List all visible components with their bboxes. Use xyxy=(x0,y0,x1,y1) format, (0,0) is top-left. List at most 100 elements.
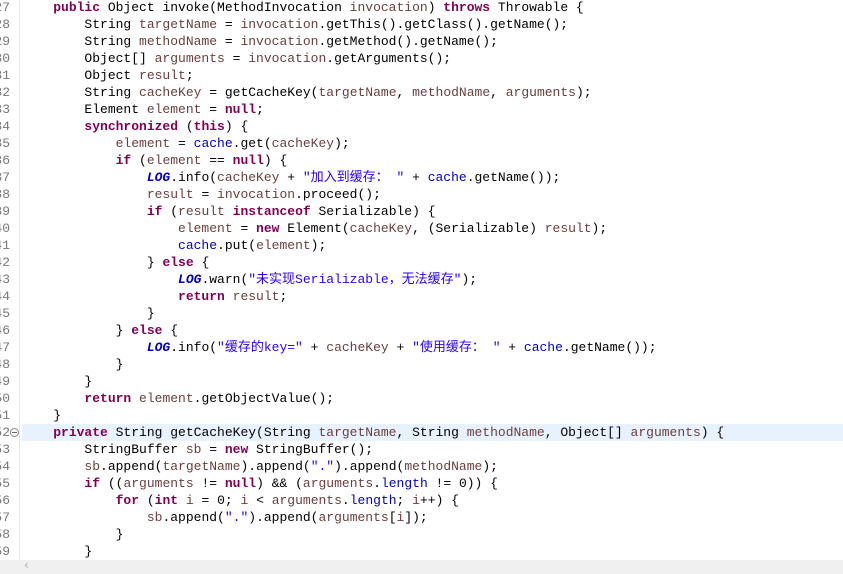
code-token: == xyxy=(201,153,233,168)
code-line[interactable]: 44 return result; xyxy=(0,288,843,305)
code-line[interactable]: 36 if (element == null) { xyxy=(0,152,843,169)
code-line[interactable]: 50 return element.getObjectValue(); xyxy=(0,390,843,407)
line-number: 52 xyxy=(0,425,10,440)
code-token: ).append( xyxy=(248,510,319,525)
variable: methodName xyxy=(139,34,218,49)
code-token: StringBuffer xyxy=(22,442,186,457)
code-token: .getMethod().getName(); xyxy=(318,34,498,49)
code-line[interactable]: 55 if ((arguments != null) && (arguments… xyxy=(0,475,843,492)
code-token: ).append( xyxy=(240,459,311,474)
code-token: , (Serializable) xyxy=(412,221,545,236)
line-number: 35 xyxy=(0,136,10,151)
code-token: ) { xyxy=(700,425,725,440)
line-number: 33 xyxy=(0,102,10,117)
keyword: null xyxy=(224,102,257,117)
code-line[interactable]: 37 LOG.info(cacheKey + "加入到缓存： " + cache… xyxy=(0,169,843,186)
code-line[interactable]: 38 result = invocation.proceed(); xyxy=(0,186,843,203)
code-line[interactable]: 54 sb.append(targetName).append(".").app… xyxy=(0,458,843,475)
code-line[interactable]: 59 } xyxy=(0,543,843,560)
current-code-line[interactable]: 52 private String getCacheKey(String tar… xyxy=(0,424,843,441)
code-line[interactable]: 51 } xyxy=(0,407,843,424)
chevron-left-icon[interactable]: ‹ xyxy=(24,558,29,572)
code-token: Throwable { xyxy=(490,0,584,15)
code-line[interactable]: 56 for (int i = 0; i < arguments.length;… xyxy=(0,492,843,509)
code-token: ) { xyxy=(263,153,288,168)
variable: element xyxy=(178,221,233,236)
variable: sb xyxy=(185,442,202,457)
code-line[interactable]: 31 Object result; xyxy=(0,67,843,84)
code-line[interactable]: 43 LOG.warn("未实现Serializable，无法缓存"); xyxy=(0,271,843,288)
code-line[interactable]: 45 } xyxy=(0,305,843,322)
line-number: 34 xyxy=(0,119,10,134)
code-token: ); xyxy=(310,238,327,253)
variable: element xyxy=(146,102,202,117)
code-line[interactable]: 34 synchronized (this) { xyxy=(0,118,843,135)
code-line[interactable]: 48 } xyxy=(0,356,843,373)
code-token: .append( xyxy=(162,510,225,525)
code-line[interactable]: 30 Object[] arguments = invocation.getAr… xyxy=(0,50,843,67)
code-line[interactable]: 42 } else { xyxy=(0,254,843,271)
code-token: String xyxy=(22,85,140,100)
code-editor[interactable]: 27 public Object invoke(MethodInvocation… xyxy=(0,0,843,560)
string-literal: "未实现Serializable，无法缓存" xyxy=(248,272,462,287)
code-line[interactable]: 40 element = new Element(cacheKey, (Seri… xyxy=(0,220,843,237)
code-line[interactable]: 33 Element element = null; xyxy=(0,101,843,118)
code-text: if ((arguments != null) && (arguments.le… xyxy=(22,475,843,492)
field: length xyxy=(349,493,397,508)
code-line[interactable]: 49 } xyxy=(0,373,843,390)
line-number: 32 xyxy=(0,85,10,100)
code-line[interactable]: 27 public Object invoke(MethodInvocation… xyxy=(0,0,843,16)
code-line[interactable]: 53 StringBuffer sb = new StringBuffer(); xyxy=(0,441,843,458)
horizontal-scrollbar[interactable]: ‹ xyxy=(0,558,843,574)
code-token: ( xyxy=(178,119,194,134)
code-token: != xyxy=(193,476,225,491)
static-field: LOG xyxy=(146,340,171,355)
line-number: 29 xyxy=(0,34,10,49)
line-number: 48 xyxy=(0,357,10,372)
code-token: .put( xyxy=(217,238,257,253)
variable: arguments xyxy=(271,493,342,508)
code-token: = 0; xyxy=(193,493,241,508)
variable: methodName xyxy=(466,425,545,440)
code-text: return element.getObjectValue(); xyxy=(22,390,843,407)
line-number: 39 xyxy=(0,204,10,219)
fold-collapse-icon[interactable] xyxy=(10,428,19,437)
code-token: ); xyxy=(575,85,592,100)
variable: targetName xyxy=(318,425,397,440)
code-token: .getArguments(); xyxy=(326,51,452,66)
code-token: .getName()); xyxy=(466,170,561,185)
code-token: , String xyxy=(396,425,467,440)
code-line[interactable]: 41 cache.put(element); xyxy=(0,237,843,254)
code-token: } xyxy=(22,323,132,338)
code-line[interactable]: 28 String targetName = invocation.getThi… xyxy=(0,16,843,33)
line-number: 53 xyxy=(0,442,10,457)
code-text: } xyxy=(22,543,843,560)
keyword: if xyxy=(146,204,163,219)
keyword: int xyxy=(154,493,179,508)
variable: methodName xyxy=(404,459,483,474)
code-text: Object result; xyxy=(22,67,843,84)
variable: arguments xyxy=(630,425,701,440)
code-line[interactable]: 32 String cacheKey = getCacheKey(targetN… xyxy=(0,84,843,101)
variable: cacheKey xyxy=(139,85,202,100)
code-line[interactable]: 39 if (result instanceof Serializable) { xyxy=(0,203,843,220)
code-line[interactable]: 57 sb.append(".").append(arguments[i]); xyxy=(0,509,843,526)
line-number: 58 xyxy=(0,527,10,542)
code-token: , xyxy=(396,85,413,100)
code-text: public Object invoke(MethodInvocation in… xyxy=(22,0,843,16)
variable: invocation xyxy=(217,187,296,202)
code-line[interactable]: 58 } xyxy=(0,526,843,543)
variable: result xyxy=(178,204,225,219)
code-token: = xyxy=(217,17,241,32)
code-line[interactable]: 47 LOG.info("缓存的key=" + cacheKey + "使用缓存… xyxy=(0,339,843,356)
code-text: } xyxy=(22,526,843,543)
code-line[interactable]: 29 String methodName = invocation.getMet… xyxy=(0,33,843,50)
code-line[interactable]: 46 } else { xyxy=(0,322,843,339)
code-line[interactable]: 35 element = cache.get(cacheKey); xyxy=(0,135,843,152)
line-number: 46 xyxy=(0,323,10,338)
